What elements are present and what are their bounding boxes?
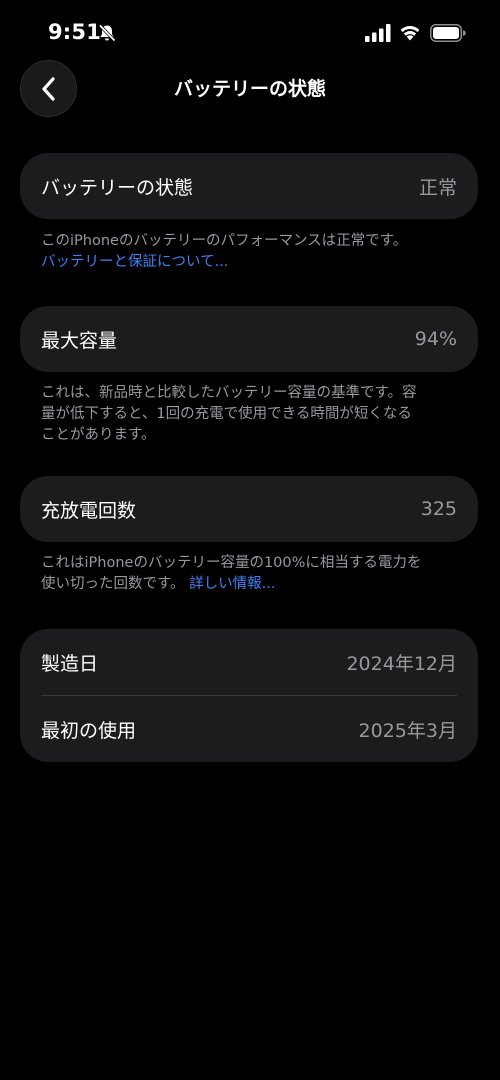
battery-health-note-text: このiPhoneのバッテリーのパフォーマンスは正常です。 (41, 233, 408, 249)
max-capacity-card: 最大容量 94% (20, 306, 478, 372)
battery-health-card: バッテリーの状態 正常 (20, 153, 478, 219)
max-capacity-note-line1: これは、新品時と比較したバッテリー容量の基準です。容 (41, 385, 417, 401)
max-capacity-row: 最大容量 94% (20, 306, 478, 372)
max-capacity-note-line2: 量が低下すると、1回の充電で使用できる時間が短くなる (41, 406, 412, 422)
manufactured-label: 製造日 (41, 652, 99, 675)
cycle-count-note-line2-wrap: 使い切った回数です。 詳しい情報... (41, 574, 465, 595)
cycle-count-row: 充放電回数 325 (20, 476, 478, 542)
battery-health-value: 正常 (418, 176, 457, 199)
status-bar: 9:51 (0, 0, 500, 64)
max-capacity-label: 最大容量 (41, 329, 118, 352)
cellular-signal-icon (365, 24, 391, 42)
cycle-count-note-line2: 使い切った回数です。 (41, 576, 185, 592)
cycle-count-value: 325 (420, 498, 457, 520)
cycle-count-note-line1: これはiPhoneのバッテリー容量の100%に相当する電力を (41, 555, 422, 571)
battery-health-screen: 9:51 バッテリーの状態 バッテリーの状態 正常 このiPhoneのバッテリー… (0, 0, 500, 1080)
battery-icon (430, 24, 466, 42)
max-capacity-value: 94% (414, 328, 457, 350)
bell-off-icon (98, 24, 116, 42)
manufactured-row: 製造日 2024年12月 (20, 629, 478, 695)
status-time: 9:51 (48, 20, 102, 44)
battery-health-label: バッテリーの状態 (41, 176, 194, 199)
cycle-count-label: 充放電回数 (41, 499, 137, 522)
page-title: バッテリーの状態 (173, 78, 326, 100)
first-use-label: 最初の使用 (41, 719, 137, 742)
first-use-value: 2025年3月 (358, 719, 457, 742)
max-capacity-note-line3: ことがあります。 (41, 427, 156, 443)
dates-card: 製造日 2024年12月 最初の使用 2025年3月 (20, 629, 478, 762)
cycle-count-card: 充放電回数 325 (20, 476, 478, 542)
manufactured-value: 2024年12月 (346, 652, 457, 675)
learn-more-link[interactable]: 詳しい情報... (189, 576, 275, 592)
battery-health-row: バッテリーの状態 正常 (20, 153, 478, 219)
first-use-row: 最初の使用 2025年3月 (20, 696, 478, 762)
max-capacity-note: これは、新品時と比較したバッテリー容量の基準です。容 量が低下すると、1回の充電… (41, 383, 465, 446)
cycle-count-note: これはiPhoneのバッテリー容量の100%に相当する電力を 使い切った回数です… (41, 553, 465, 595)
battery-health-note: このiPhoneのバッテリーのパフォーマンスは正常です。 バッテリーと保証につい… (41, 231, 465, 273)
wifi-icon (400, 26, 420, 41)
battery-warranty-link[interactable]: バッテリーと保証について... (41, 252, 465, 273)
